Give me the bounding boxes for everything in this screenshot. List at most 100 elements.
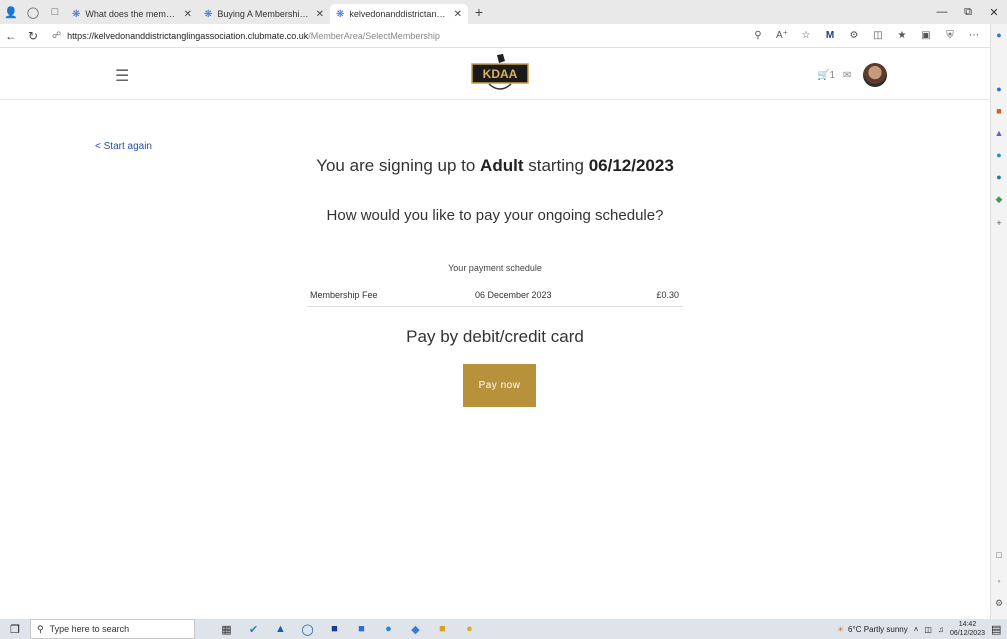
tab-title: kelvedonanddistrictanglingassoc — [349, 9, 448, 19]
signup-prefix: You are signing up to — [316, 156, 476, 175]
mail-app-icon[interactable]: ▲ — [267, 623, 294, 635]
browser-sidebar: ● ● ■ ▲ ● ● ◆ + □ ◦ ⚙ — [990, 24, 1007, 619]
site-favicon-icon: ❋ — [204, 8, 213, 20]
clock-time: 14:42 — [958, 621, 977, 628]
more-menu-icon[interactable]: ⋯ — [962, 30, 986, 41]
avatar[interactable] — [863, 63, 888, 87]
site-favicon-icon: ❋ — [336, 8, 345, 20]
tab-actions-icon[interactable]: □ — [44, 0, 66, 24]
taskbar-search-input[interactable]: ⚲ Type here to search — [30, 619, 195, 639]
sidebar-office-icon[interactable]: ● — [993, 172, 1005, 182]
minimize-icon[interactable]: — — [929, 6, 955, 18]
kdaa-logo[interactable]: KDAA — [469, 53, 531, 95]
weather-icon: ☀ — [836, 624, 845, 634]
sidebar-shopping-icon[interactable]: ■ — [993, 106, 1005, 116]
edge-app-icon[interactable]: ● — [375, 623, 402, 635]
restore-icon[interactable]: ⧉ — [955, 6, 981, 19]
sidebar-add-icon[interactable]: + — [993, 218, 1005, 228]
signup-middle: starting — [528, 156, 584, 175]
extension-m-icon[interactable]: M — [818, 30, 842, 41]
url-field[interactable]: ☍ https://kelvedonanddistrictanglingasso… — [52, 27, 746, 45]
task-view-icon[interactable]: ▦ — [213, 623, 240, 636]
clock-date: 06/12/2023 — [949, 630, 985, 637]
browser-toolbar: ⚲ A⁺ ☆ M ⚙ ◫ ★ ▣ ⛨ ⋯ — [746, 30, 986, 41]
new-tab-button[interactable]: + — [468, 4, 490, 20]
hamburger-menu-icon[interactable]: ☰ — [115, 66, 129, 86]
close-window-icon[interactable]: ✕ — [981, 6, 1007, 19]
copilot-icon[interactable]: ● — [993, 30, 1005, 40]
address-bar: ← ↻ ☍ https://kelvedonanddistrictangling… — [0, 24, 990, 48]
files-app-icon[interactable]: ■ — [429, 623, 456, 635]
weather-text: 6°C Partly sunny — [848, 624, 908, 634]
photos-app-icon[interactable]: ◆ — [402, 623, 429, 636]
signup-heading: You are signing up to Adult starting 06/… — [0, 156, 990, 176]
browser-tab-strip: 👤 ◯ □ ❋ What does the member online jo ✕… — [0, 0, 1007, 24]
schedule-item: Membership Fee — [310, 290, 378, 300]
schedule-row: Membership Fee 06 December 2023 £0.30 — [307, 285, 683, 307]
profile-icon[interactable]: 👤 — [0, 0, 22, 24]
window-controls: — ⧉ ✕ — [929, 0, 1007, 24]
teams-app-icon[interactable]: ◯ — [294, 623, 321, 636]
search-icon: ⚲ — [37, 623, 44, 634]
windows-taskbar: ❐ ⚲ Type here to search ▦ ✔ ▲ ◯ ■ ■ ● ◆ … — [0, 619, 1007, 639]
payment-question: How would you like to pay your ongoing s… — [326, 207, 664, 224]
browser-tab-3[interactable]: ❋ kelvedonanddistrictanglingassoc ✕ — [330, 4, 468, 24]
sidebar-split-icon[interactable]: □ — [993, 550, 1005, 560]
header-actions: 🛒1 ✉ — [817, 63, 888, 87]
tray-chevron-icon[interactable]: ˄ — [914, 625, 919, 634]
sidebar-screenshot-icon[interactable]: ◦ — [993, 576, 1005, 586]
notifications-icon[interactable]: ▤ — [991, 623, 1007, 636]
schedule-amount: £0.30 — [656, 290, 679, 300]
read-aloud-icon[interactable]: A⁺ — [770, 30, 794, 41]
pay-now-button[interactable]: Pay now — [463, 364, 536, 407]
basket[interactable]: 🛒1 — [817, 70, 835, 81]
network-icon[interactable]: ◫ — [924, 625, 932, 634]
favorite-star-icon[interactable]: ☆ — [794, 30, 818, 41]
start-date: 06/12/2023 — [588, 156, 674, 175]
sidebar-outlook-icon[interactable]: ◆ — [993, 194, 1005, 204]
todo-app-icon[interactable]: ✔ — [240, 623, 267, 636]
refresh-icon[interactable]: ↻ — [22, 29, 44, 43]
taskbar-apps: ▦ ✔ ▲ ◯ ■ ■ ● ◆ ■ ● — [213, 623, 483, 636]
url-domain: https://kelvedonanddistrictanglingassoci… — [67, 30, 309, 41]
taskbar-clock[interactable]: 14:42 06/12/2023 — [950, 620, 985, 638]
url-path: /MemberArea/SelectMembership — [308, 30, 440, 41]
outlook-app-icon[interactable]: ■ — [348, 623, 375, 635]
messages-icon[interactable]: ✉ — [843, 70, 851, 81]
browser-tab-1[interactable]: ❋ What does the member online jo ✕ — [66, 4, 198, 24]
search-placeholder: Type here to search — [49, 624, 130, 634]
volume-icon[interactable]: ♫ — [938, 625, 944, 634]
close-tab-icon[interactable]: ✕ — [184, 9, 192, 20]
browser-tab-2[interactable]: ❋ Buying A Membership Guide | Cl ✕ — [198, 4, 330, 24]
favorites-icon[interactable]: ★ — [890, 30, 914, 41]
start-again-link[interactable]: < Start again — [95, 141, 152, 152]
sidebar-games-icon[interactable]: ● — [993, 150, 1005, 160]
basket-count: 1 — [829, 69, 836, 81]
back-icon[interactable]: ← — [0, 29, 22, 43]
tab-title: What does the member online jo — [85, 9, 179, 19]
schedule-date: 06 December 2023 — [475, 290, 552, 300]
close-tab-icon[interactable]: ✕ — [316, 9, 324, 20]
extension-icon[interactable]: ⚙ — [842, 30, 866, 41]
shield-icon[interactable]: ⛨ — [938, 30, 962, 41]
chrome-app-icon[interactable]: ● — [456, 623, 483, 635]
logo-text: KDAA — [483, 67, 518, 81]
workspaces-icon[interactable]: ◯ — [22, 0, 44, 24]
system-tray: ☀ 6°C Partly sunny ˄ ◫ ♫ 14:42 06/12/202… — [837, 619, 1007, 639]
lock-icon: ☍ — [52, 30, 62, 40]
collections-icon[interactable]: ▣ — [914, 30, 938, 41]
weather-widget[interactable]: ☀ 6°C Partly sunny — [837, 625, 908, 634]
site-favicon-icon: ❋ — [72, 8, 81, 20]
schedule-title: Your payment schedule — [448, 263, 542, 273]
windows-start-icon[interactable]: ❐ — [0, 623, 30, 636]
split-screen-icon[interactable]: ◫ — [866, 30, 890, 41]
search-page-icon[interactable]: ⚲ — [746, 30, 770, 41]
pay-by-card-heading: Pay by debit/credit card — [406, 327, 584, 346]
l-app-icon[interactable]: ■ — [321, 623, 348, 635]
sidebar-search-icon[interactable]: ● — [993, 84, 1005, 94]
close-tab-icon[interactable]: ✕ — [454, 9, 462, 20]
site-header: ☰ KDAA 🛒1 ✉ — [0, 48, 990, 100]
sidebar-settings-icon[interactable]: ⚙ — [993, 598, 1005, 608]
sidebar-tools-icon[interactable]: ▲ — [993, 128, 1005, 138]
tab-title: Buying A Membership Guide | Cl — [217, 9, 310, 19]
